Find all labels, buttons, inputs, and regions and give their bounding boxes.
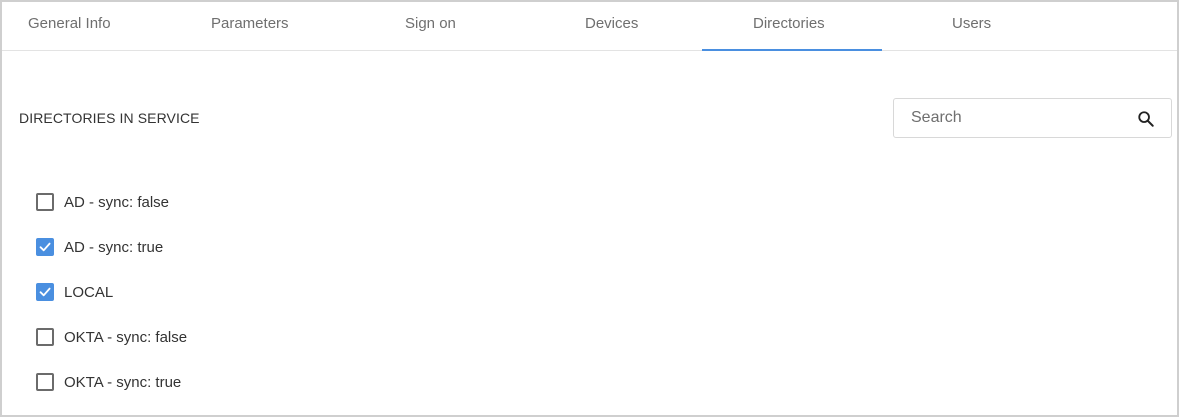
directory-option-ad-sync-true[interactable]: AD - sync: true — [36, 235, 163, 259]
directory-label: AD - sync: false — [64, 193, 170, 211]
tab-general-info[interactable]: General Info — [2, 2, 182, 50]
tab-label: Sign on — [405, 15, 456, 32]
tab-users[interactable]: Users — [882, 2, 1062, 50]
tab-label: General Info — [28, 15, 111, 32]
section-title: DIRECTORIES IN SERVICE — [19, 110, 200, 126]
check-icon — [39, 242, 51, 252]
checkbox[interactable] — [36, 373, 54, 391]
directory-label: OKTA - sync: true — [64, 373, 182, 391]
tab-bar: General Info Parameters Sign on Devices … — [2, 2, 1177, 51]
checkbox[interactable] — [36, 283, 54, 301]
tab-label: Directories — [753, 15, 825, 32]
directory-option-ad-sync-false[interactable]: AD - sync: false — [36, 190, 169, 214]
checkbox[interactable] — [36, 328, 54, 346]
directory-label: LOCAL — [64, 283, 114, 301]
directory-option-okta-sync-true[interactable]: OKTA - sync: true — [36, 370, 181, 394]
tab-parameters[interactable]: Parameters — [182, 2, 362, 50]
search-input[interactable] — [895, 100, 1125, 136]
tab-label: Devices — [585, 15, 639, 32]
directories-panel: General Info Parameters Sign on Devices … — [0, 0, 1179, 417]
directory-label: AD - sync: true — [64, 238, 164, 256]
tab-sign-on[interactable]: Sign on — [362, 2, 542, 50]
directory-option-okta-sync-false[interactable]: OKTA - sync: false — [36, 325, 187, 349]
tab-label: Parameters — [211, 15, 289, 32]
directory-label: OKTA - sync: false — [64, 328, 188, 346]
directory-option-local[interactable]: LOCAL — [36, 280, 113, 304]
checkbox[interactable] — [36, 238, 54, 256]
tab-directories[interactable]: Directories — [702, 2, 882, 51]
search-box — [893, 98, 1172, 138]
tab-devices[interactable]: Devices — [542, 2, 702, 50]
check-icon — [39, 287, 51, 297]
checkbox[interactable] — [36, 193, 54, 211]
tab-label: Users — [952, 15, 992, 32]
search-icon[interactable] — [1137, 110, 1155, 128]
